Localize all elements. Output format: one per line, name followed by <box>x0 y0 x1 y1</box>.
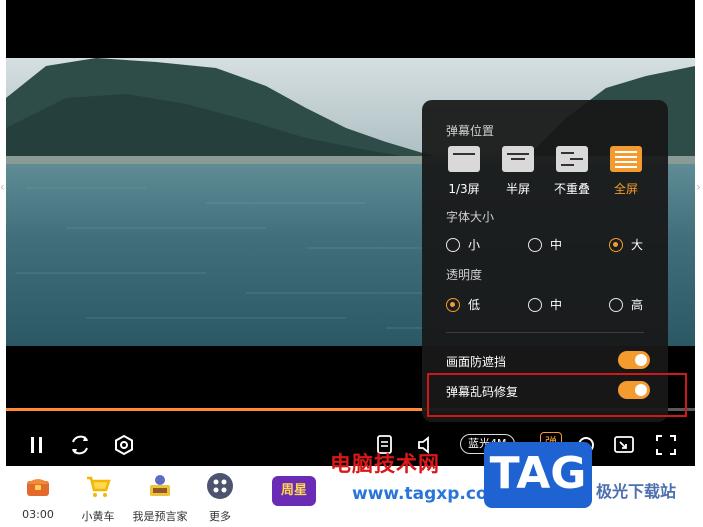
refresh-icon <box>72 435 88 455</box>
radio-dot-icon <box>446 237 460 252</box>
opacity-title: 透明度 <box>446 268 483 282</box>
no-overlap-icon <box>556 146 588 172</box>
opacity-low-radio[interactable]: 低 <box>446 296 480 313</box>
opacity-high-radio[interactable]: 高 <box>609 296 643 313</box>
position-option-half[interactable]: 半屏 <box>493 146 543 197</box>
toolbar-item-prophet[interactable]: 我是预言家 <box>130 472 190 524</box>
right-edge-arrow-icon: › <box>696 180 701 194</box>
watermark-tag-logo: TAG <box>484 442 592 508</box>
left-edge-arrow-icon: ‹ <box>0 180 5 194</box>
opacity-medium-radio[interactable]: 中 <box>528 296 562 313</box>
radio-dot-icon <box>528 297 542 312</box>
radio-dot-icon <box>609 237 623 252</box>
radio-dot-icon <box>609 297 623 312</box>
position-option-full[interactable]: 全屏 <box>601 146 651 197</box>
refresh-button[interactable] <box>68 432 92 458</box>
position-option-third[interactable]: 1/3屏 <box>439 146 489 197</box>
app-window: 蓝光4M 弹 ‹ › 弹幕位置 1/3屏 <box>0 0 703 527</box>
watermark-site: 极光下载站 <box>596 482 677 501</box>
panel-divider <box>446 332 644 333</box>
full-screen-lines-icon <box>610 146 642 172</box>
hexagon-settings-icon <box>115 434 133 456</box>
toolbar-item-more[interactable]: 更多 <box>190 472 250 524</box>
treasure-chest-icon <box>24 472 52 500</box>
half-screen-icon <box>502 146 534 172</box>
radio-dot-icon <box>528 237 542 252</box>
font-size-small-radio[interactable]: 小 <box>446 236 480 253</box>
anti-occlusion-row: 画面防遮挡 <box>446 351 650 371</box>
position-option-no-overlap[interactable]: 不重叠 <box>547 146 597 197</box>
settings-button[interactable] <box>112 432 136 458</box>
font-size-medium-radio[interactable]: 中 <box>528 236 562 253</box>
weekly-star-badge[interactable]: 周星 <box>272 476 316 506</box>
pause-icon <box>31 437 42 453</box>
fullscreen-icon <box>656 435 676 455</box>
anti-occlusion-toggle[interactable] <box>618 351 650 369</box>
fullscreen-button[interactable] <box>654 432 678 458</box>
watermark-text: 电脑技术网 <box>330 452 440 476</box>
toolbar-item-cart[interactable]: 小黄车 <box>68 472 128 524</box>
watermark-url: www.tagxp.com <box>352 484 506 504</box>
picture-in-picture-icon <box>614 436 634 453</box>
prophet-icon <box>146 472 174 500</box>
mini-player-button[interactable] <box>612 432 636 458</box>
anti-occlusion-label: 画面防遮挡 <box>446 355 507 369</box>
radio-dot-icon <box>446 297 460 312</box>
more-grid-icon <box>206 472 234 500</box>
pause-button[interactable] <box>26 432 48 458</box>
toolbar-item-treasure[interactable]: 03:00 <box>8 472 68 521</box>
progress-fill <box>6 408 427 411</box>
font-size-large-radio[interactable]: 大 <box>609 236 643 253</box>
third-screen-icon <box>448 146 480 172</box>
highlight-box <box>427 373 687 417</box>
position-title: 弹幕位置 <box>446 124 495 138</box>
shopping-cart-icon <box>84 472 112 500</box>
font-size-title: 字体大小 <box>446 210 495 224</box>
